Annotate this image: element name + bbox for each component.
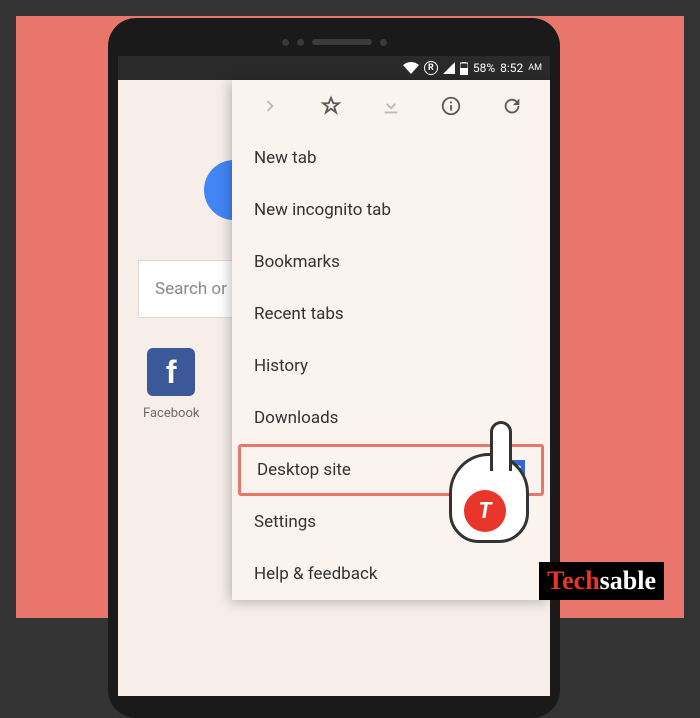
- clock-ampm: AM: [528, 63, 542, 73]
- phone-speaker: [118, 28, 550, 56]
- download-icon[interactable]: [379, 94, 403, 118]
- star-icon[interactable]: [319, 94, 343, 118]
- info-icon[interactable]: [439, 94, 463, 118]
- clock-time: 8:52: [500, 61, 523, 75]
- shortcut-label: Facebook: [143, 406, 199, 421]
- watermark: Techsable: [539, 562, 664, 600]
- tutorial-frame: R 58% 8:52 AM Search or f Facebook: [16, 16, 684, 618]
- menu-new-incognito[interactable]: New incognito tab: [232, 184, 550, 236]
- menu-help[interactable]: Help & feedback: [232, 548, 550, 600]
- status-bar: R 58% 8:52 AM: [118, 56, 550, 80]
- menu-bookmarks[interactable]: Bookmarks: [232, 236, 550, 288]
- wifi-icon: [403, 62, 419, 74]
- battery-icon: [460, 62, 468, 75]
- techsable-badge: T: [464, 490, 506, 532]
- signal-icon: [443, 62, 455, 74]
- shortcut-facebook[interactable]: f Facebook: [143, 348, 199, 421]
- battery-percent: 58%: [473, 61, 495, 75]
- roaming-icon: R: [424, 61, 438, 75]
- menu-new-tab[interactable]: New tab: [232, 132, 550, 184]
- menu-history[interactable]: History: [232, 340, 550, 392]
- facebook-icon: f: [147, 348, 195, 396]
- forward-icon[interactable]: [258, 94, 282, 118]
- phone-screen: R 58% 8:52 AM Search or f Facebook: [118, 56, 550, 696]
- phone-bezel: R 58% 8:52 AM Search or f Facebook: [108, 18, 560, 718]
- pointer-hand-graphic: T: [449, 453, 529, 543]
- menu-recent-tabs[interactable]: Recent tabs: [232, 288, 550, 340]
- refresh-icon[interactable]: [500, 94, 524, 118]
